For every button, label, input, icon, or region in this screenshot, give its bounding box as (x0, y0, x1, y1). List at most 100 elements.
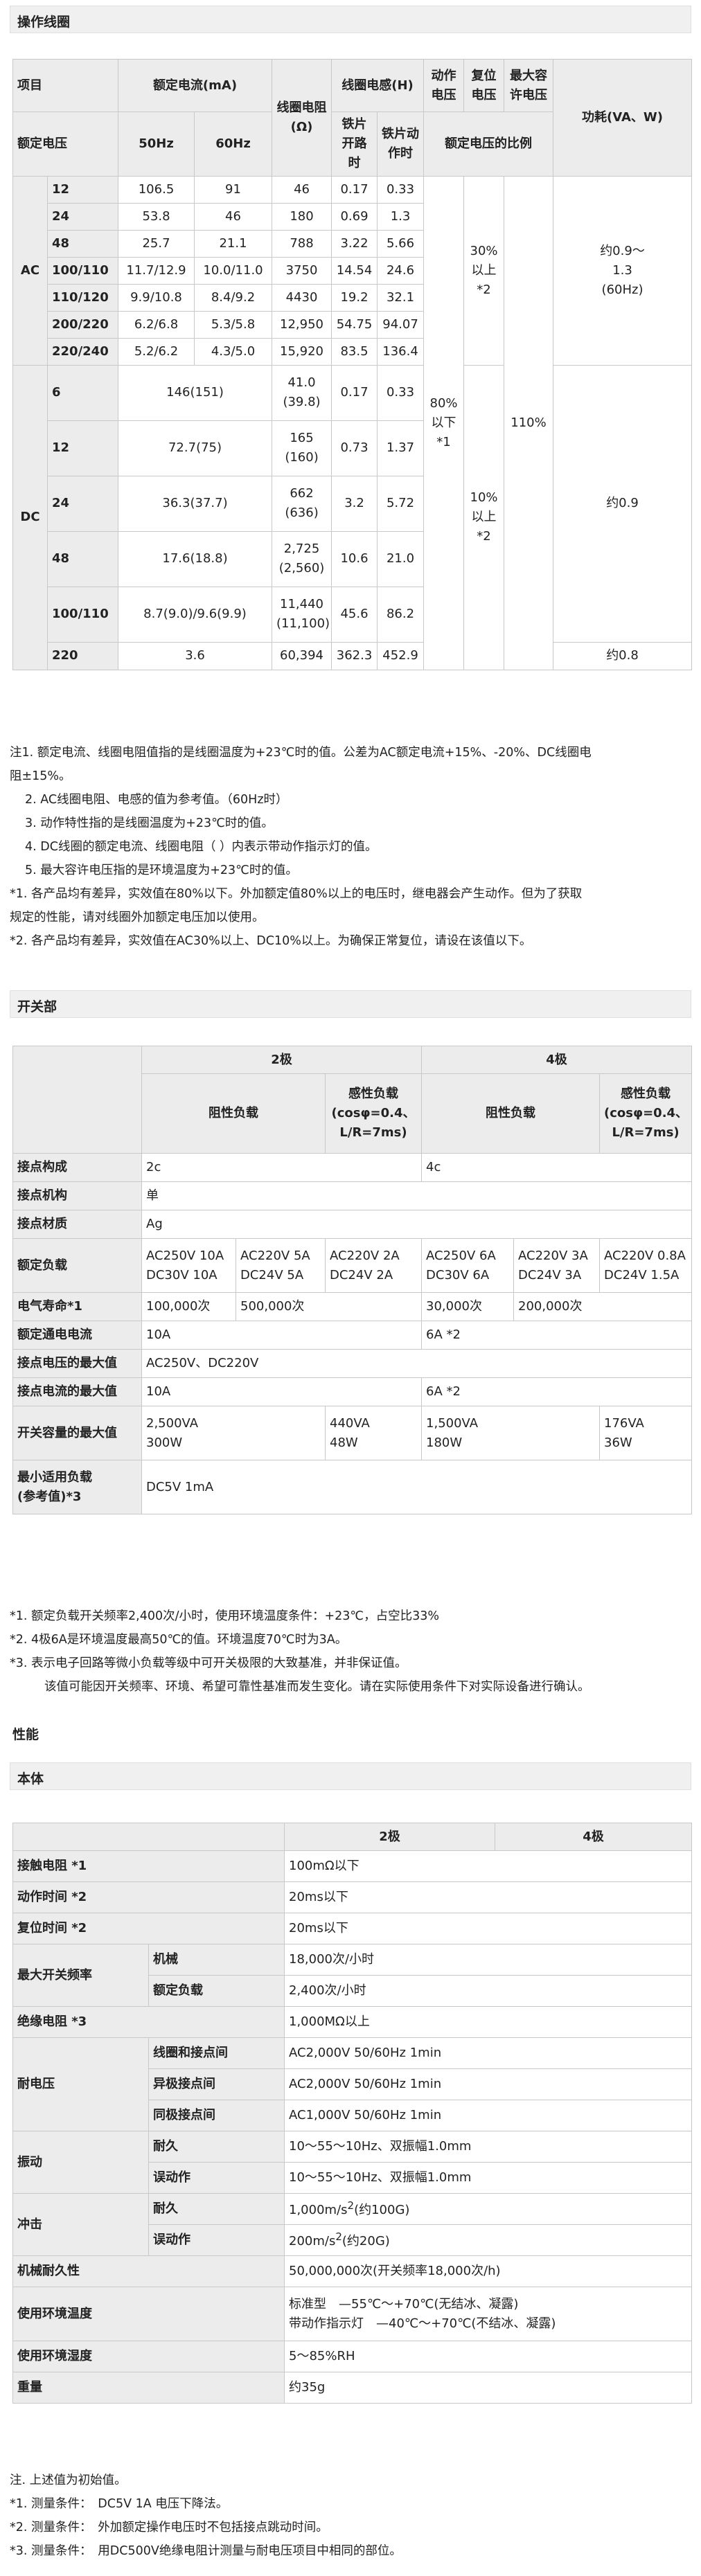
dc-voltage: 12 (47, 420, 118, 476)
sublabel-diff-pole: 异极接点间 (148, 2068, 285, 2100)
ac-current-50hz: 9.9/10.8 (118, 283, 195, 312)
row-label-max-freq: 最大开关频率 (12, 1944, 149, 2007)
vibration-b-value: 10～55～10Hz、双振幅1.0mm (284, 2162, 692, 2194)
header-armature-closed: 铁片动作时 (377, 111, 425, 177)
dc-current: 72.7(75) (117, 420, 273, 476)
operate-time-value: 20ms以下 (284, 1881, 692, 1913)
ac-voltage: 220/240 (47, 337, 118, 366)
dc-inductance-closed: 5.72 (377, 475, 425, 532)
body-section-title: 本体 (10, 1762, 691, 1790)
dc-label: DC (12, 364, 48, 670)
switch-table: 2极 4极 阻性负载 感性负载 (cosφ=0.4、 L/R=7ms) 阻性负载 感… (12, 1046, 693, 1514)
row-label-shock: 冲击 (12, 2193, 149, 2256)
ac-inductance-closed: 0.33 (377, 175, 425, 204)
dc-inductance-closed: 0.33 (377, 364, 425, 421)
dc-inductance-closed: 1.37 (377, 420, 425, 476)
row-label-vibration: 振动 (12, 2131, 149, 2194)
dc-inductance-open: 3.2 (331, 475, 378, 532)
rated-load-cell: AC220V 3A DC24V 3A (513, 1238, 601, 1293)
header-armature-open: 铁片开路时 (331, 111, 378, 177)
row-label-max-voltage: 接点电压的最大值 (12, 1349, 142, 1378)
ac-current-60hz: 8.4/9.2 (193, 283, 273, 312)
insulation-value: 1,000MΩ以上 (284, 2006, 692, 2038)
switch-section-title: 开关部 (10, 990, 691, 1018)
dc-inductance-closed: 86.2 (377, 586, 425, 643)
header-max-voltage: 最大容许电压 (504, 59, 554, 112)
dc-resistance: 662 (636) (272, 475, 332, 532)
ac-label: AC (12, 175, 48, 366)
note-line: 规定的性能，请对线圈外加额定电压加以使用。 (10, 911, 265, 924)
ac-inductance-open: 3.22 (331, 229, 378, 258)
sublabel-durability: 耐久 (148, 2131, 285, 2163)
max-voltage-cell: 110% (504, 175, 554, 670)
dc-resistance: 60,394 (272, 641, 332, 670)
header-operate-voltage: 动作电压 (423, 59, 465, 112)
ac-current-60hz: 21.1 (193, 229, 273, 258)
ac-current-60hz: 46 (193, 202, 273, 231)
dc-voltage: 48 (47, 530, 118, 587)
ac-inductance-closed: 32.1 (377, 283, 425, 312)
ac-current-50hz: 6.2/6.8 (118, 310, 195, 339)
rated-load-cell: AC220V 5A DC24V 5A (236, 1238, 326, 1293)
coil-table: 项目 额定电流(mA) 线圈电阻(Ω) 线圈电感(H) 动作电压 复位电压 最大… (12, 59, 693, 670)
ac-voltage: 110/120 (47, 283, 118, 312)
note-line: 注1. 额定电流、线圈电阻值指的是线圈温度为+23℃时的值。公差为AC额定电流+… (10, 746, 592, 760)
ac-voltage: 100/110 (47, 256, 118, 285)
row-label-dielectric: 耐电压 (12, 2037, 149, 2131)
sublabel-rated-load: 额定负载 (148, 1975, 285, 2007)
dc-inductance-closed: 21.0 (377, 530, 425, 587)
dc-resistance: 41.0 (39.8) (272, 364, 332, 421)
note-line: *1. 额定负载开关频率2,400次/小时，使用环境温度条件：+23℃，占空比3… (10, 1609, 439, 1623)
life-4p-resistive: 30,000次 (421, 1292, 515, 1321)
sublabel-malfunction: 误动作 (148, 2224, 285, 2256)
header-60hz: 60Hz (193, 111, 273, 177)
life-2p-inductive: 500,000次 (235, 1292, 423, 1321)
note-line: *2. 4极6A是环境温度最高50℃的值。环境温度70℃时为3A。 (10, 1633, 348, 1647)
perf-section-title: 性能 (12, 1727, 39, 1742)
perf-header-blank (12, 1823, 285, 1851)
note-line: 5. 最大容许电压指的是环境温度为+23℃时的值。 (25, 864, 298, 877)
switch-header-blank (12, 1046, 142, 1154)
pole4-inductive-header: 感性负载 (cosφ=0.4、 L/R=7ms) (599, 1073, 693, 1154)
max-capacity-4p-resistive: 1,500VA 180W (421, 1406, 601, 1460)
row-label-release-time: 复位时间 *2 (12, 1913, 285, 1944)
note-line: 该值可能因开关频率、环境、希望可靠性基准而发生变化。请在实际使用条件下对实际设备… (44, 1680, 590, 1694)
dc-resistance: 2,725 (2,560) (272, 530, 332, 587)
header-release-voltage: 复位电压 (463, 59, 505, 112)
max-freq-mech-value: 18,000次/小时 (284, 1944, 692, 1976)
row-label-contact-resistance: 接触电阻 *1 (12, 1850, 285, 1882)
ac-inductance-closed: 24.6 (377, 256, 425, 285)
switch-notes: *1. 额定负载开关频率2,400次/小时，使用环境温度条件：+23℃，占空比3… (10, 1604, 691, 1699)
switch-table-wrapper: 2极 4极 阻性负载 感性负载 (cosφ=0.4、 L/R=7ms) 阻性负载 感… (12, 1046, 693, 1514)
pole4-resistive-header: 阻性负载 (421, 1073, 601, 1154)
dielectric-b-value: AC2,000V 50/60Hz 1min (284, 2068, 692, 2100)
ac-inductance-closed: 1.3 (377, 202, 425, 231)
note-line: *3. 表示电子回路等微小负载等级中可开关极限的大致基准，并非保证值。 (10, 1656, 407, 1670)
perf-table-wrapper: 2极 4极 接触电阻 *1 100mΩ以下 动作时间 *2 20ms以下 复位时… (12, 1823, 692, 2404)
weight-value: 约35g (284, 2372, 692, 2404)
sublabel-same-pole: 同极接点间 (148, 2100, 285, 2131)
rated-load-cell: AC220V 0.8A DC24V 1.5A (599, 1238, 693, 1293)
pole2-header: 2极 (141, 1046, 423, 1074)
ac-inductance-open: 0.69 (331, 202, 378, 231)
ac-resistance: 788 (272, 229, 332, 258)
contact-resistance-value: 100mΩ以下 (284, 1850, 692, 1882)
ac-voltage: 48 (47, 229, 118, 258)
row-label-ambient-temp: 使用环境温度 (12, 2287, 285, 2341)
ac-current-60hz: 10.0/11.0 (193, 256, 273, 285)
ac-resistance: 4430 (272, 283, 332, 312)
header-resistance: 线圈电阻(Ω) (272, 59, 332, 177)
min-load-value: DC5V 1mA (141, 1460, 693, 1514)
row-label-max-capacity: 开关容量的最大值 (12, 1406, 142, 1460)
sublabel-mechanical: 机械 (148, 1944, 285, 1976)
coil-table-wrapper: 项目 额定电流(mA) 线圈电阻(Ω) 线圈电感(H) 动作电压 复位电压 最大… (12, 59, 693, 670)
ac-inductance-open: 83.5 (331, 337, 378, 366)
note-line: *1. 测量条件： DC5V 1A 电压下降法。 (10, 2497, 229, 2511)
life-2p-resistive: 100,000次 (141, 1292, 236, 1321)
coil-notes: 注1. 额定电流、线圈电阻值指的是线圈温度为+23℃时的值。公差为AC额定电流+… (10, 741, 691, 953)
dc-voltage: 100/110 (47, 586, 118, 643)
operate-voltage-cell: 80% 以下 *1 (423, 175, 465, 670)
note-line: 阻±15%。 (10, 769, 71, 783)
max-current-4p: 6A *2 (421, 1377, 693, 1406)
ambient-temp-value: 标准型 —55℃～+70℃(无结冰、凝露) 带动作指示灯 —40℃～+70℃(不结… (284, 2287, 692, 2341)
